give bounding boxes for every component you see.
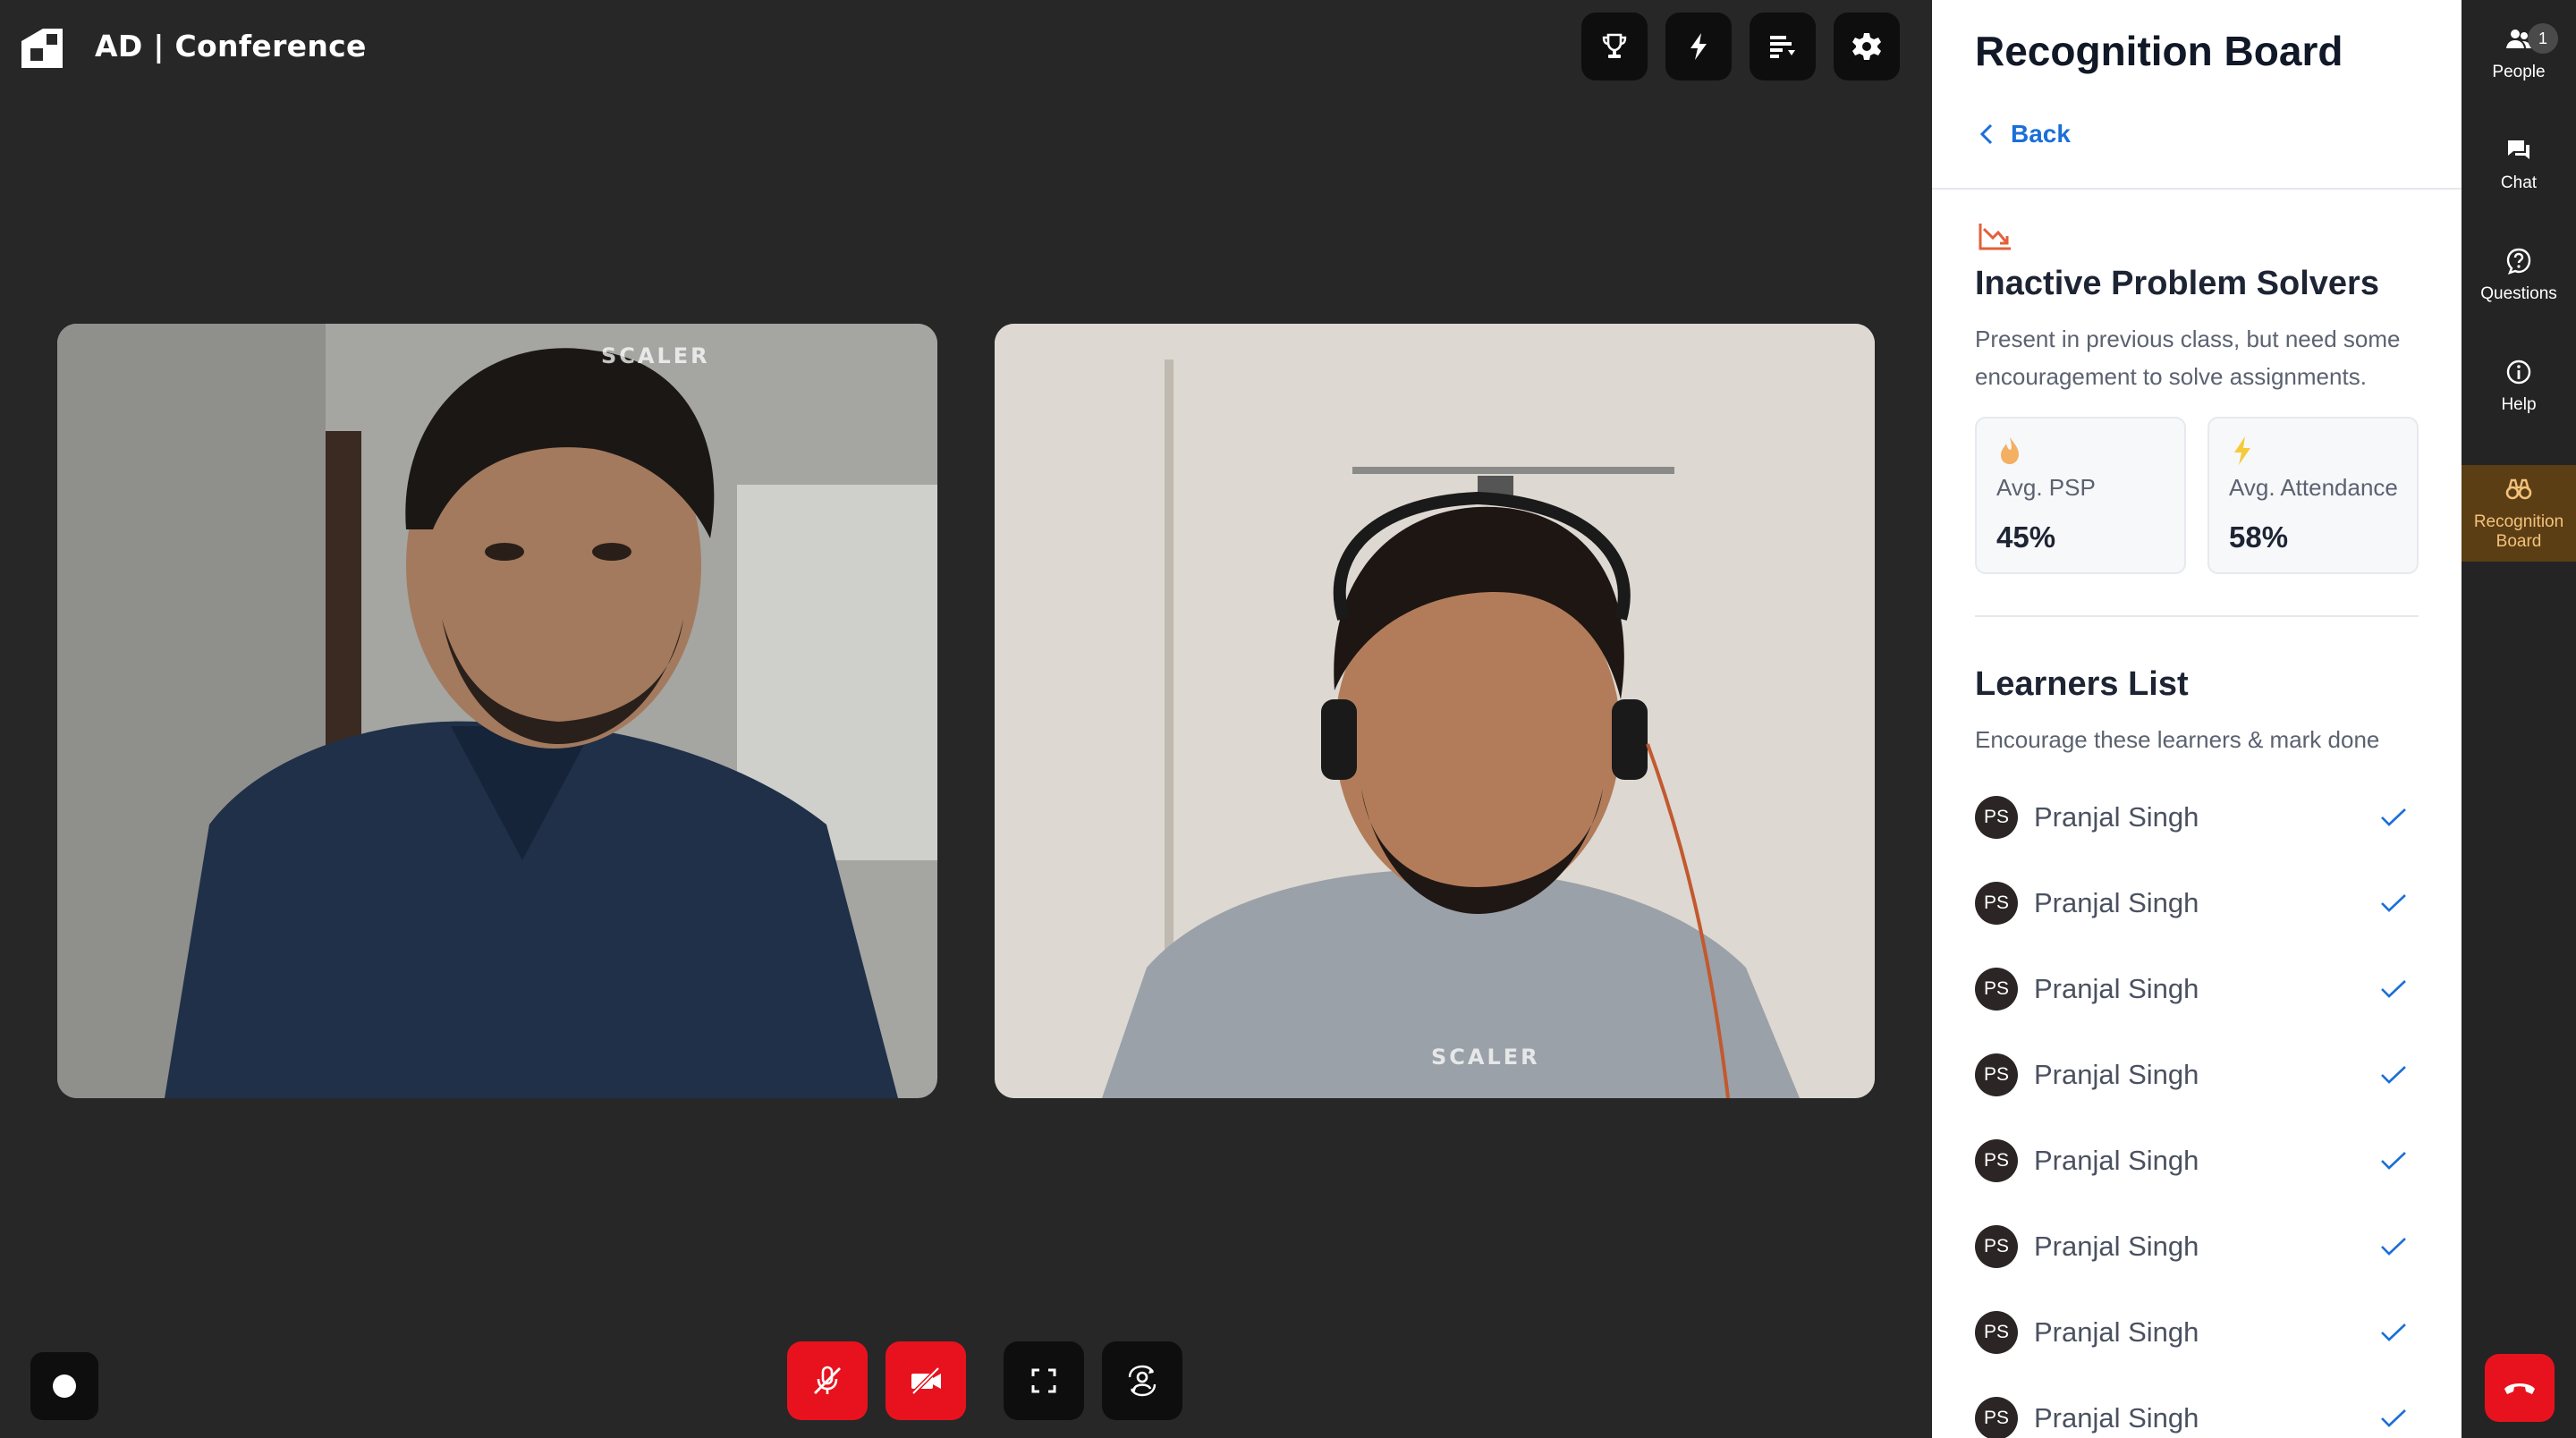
- panel-title: Recognition Board: [1975, 28, 2343, 74]
- stat-value: 58%: [2229, 520, 2289, 554]
- lightning-icon: [1690, 33, 1707, 60]
- app-title: AD | Conference: [95, 29, 367, 63]
- stat-label: Avg. PSP: [1996, 474, 2096, 501]
- fire-icon: [2001, 437, 2019, 464]
- camera-toggle-button[interactable]: [886, 1341, 966, 1420]
- mic-toggle-button[interactable]: [787, 1341, 868, 1420]
- record-button[interactable]: [30, 1352, 98, 1420]
- people-count-badge: 1: [2528, 23, 2558, 54]
- nav-chat[interactable]: Chat: [2462, 118, 2576, 211]
- participant-video-1: [57, 324, 937, 1098]
- checkmark-icon[interactable]: [2379, 1408, 2408, 1429]
- watermark: SCALER: [1431, 1045, 1540, 1070]
- stat-label: Avg. Attendance: [2229, 474, 2398, 501]
- learner-name: Pranjal Singh: [2034, 973, 2199, 1004]
- end-call-button[interactable]: [2485, 1354, 2555, 1422]
- list-item: PS Pranjal Singh: [1975, 1375, 2419, 1438]
- learner-name: Pranjal Singh: [2034, 1231, 2199, 1262]
- stat-card-attendance: Avg. Attendance 58%: [2207, 417, 2419, 574]
- learner-name: Pranjal Singh: [2034, 801, 2199, 833]
- list-item: PS Pranjal Singh: [1975, 1290, 2419, 1375]
- checkmark-icon[interactable]: [2379, 1150, 2408, 1172]
- info-icon: [2506, 360, 2531, 385]
- camera-off-icon: [911, 1366, 941, 1395]
- learner-name: Pranjal Singh: [2034, 1145, 2199, 1176]
- watermark: SCALER: [601, 343, 710, 368]
- recognition-board-panel: Recognition Board Back Inactive Problem …: [1932, 0, 2462, 1438]
- question-icon: [2506, 248, 2531, 275]
- phone-hangup-icon: [2504, 1383, 2535, 1394]
- learner-name: Pranjal Singh: [2034, 1402, 2199, 1434]
- switch-camera-button[interactable]: [1102, 1341, 1182, 1420]
- stat-value: 45%: [1996, 520, 2056, 554]
- nav-chat-label: Chat: [2500, 173, 2538, 192]
- nav-questions[interactable]: Questions: [2462, 229, 2576, 322]
- side-nav-rail: People 1 Chat Questions Help Recognition…: [2462, 0, 2576, 1438]
- lightning-icon: [2234, 436, 2250, 465]
- nav-recognition-label: Board: [2496, 532, 2542, 551]
- switch-camera-icon: [1128, 1365, 1157, 1397]
- nav-help[interactable]: Help: [2462, 340, 2576, 433]
- video-tile-2[interactable]: SCALER: [995, 324, 1875, 1098]
- avatar: PS: [1975, 796, 2018, 839]
- trophy-button[interactable]: [1581, 13, 1648, 80]
- learner-name: Pranjal Singh: [2034, 887, 2199, 918]
- nav-people-label: People: [2492, 63, 2546, 81]
- app-logo: [21, 29, 63, 68]
- nav-people[interactable]: People 1: [2462, 7, 2576, 100]
- list-item: PS Pranjal Singh: [1975, 1118, 2419, 1204]
- trophy-icon: [1602, 33, 1627, 58]
- learners-list: PS Pranjal Singh PS Pranjal Singh PS Pra…: [1975, 774, 2419, 1438]
- settings-button[interactable]: [1834, 13, 1900, 80]
- fullscreen-button[interactable]: [1004, 1341, 1084, 1420]
- avatar: PS: [1975, 968, 2018, 1011]
- section-title: Inactive Problem Solvers: [1975, 265, 2379, 302]
- avatar: PS: [1975, 1397, 2018, 1438]
- checkmark-icon[interactable]: [2379, 1236, 2408, 1257]
- stat-card-psp: Avg. PSP 45%: [1975, 417, 2186, 574]
- nav-help-label: Help: [2501, 395, 2537, 414]
- list-item: PS Pranjal Singh: [1975, 946, 2419, 1032]
- record-icon: [53, 1375, 76, 1398]
- avatar: PS: [1975, 1053, 2018, 1096]
- avatar: PS: [1975, 882, 2018, 925]
- nav-recognition-board[interactable]: Recognition Board: [2462, 465, 2576, 562]
- avatar: PS: [1975, 1311, 2018, 1354]
- list-item: PS Pranjal Singh: [1975, 774, 2419, 860]
- learners-description: Encourage these learners & mark done: [1975, 726, 2380, 753]
- checkmark-icon[interactable]: [2379, 892, 2408, 914]
- section-description: Present in previous class, but need some…: [1975, 326, 2401, 390]
- back-link[interactable]: Back: [1977, 120, 2071, 148]
- video-tile-1[interactable]: SCALER: [57, 324, 937, 1098]
- checkmark-icon[interactable]: [2379, 1064, 2408, 1086]
- divider: [1932, 188, 2462, 190]
- chat-icon: [2508, 140, 2529, 159]
- leaderboard-icon: [1770, 36, 1795, 58]
- trend-down-icon: [1979, 224, 2011, 250]
- nav-recognition-label: Recognition: [2473, 512, 2564, 531]
- learner-name: Pranjal Singh: [2034, 1316, 2199, 1348]
- chevron-left-icon: [1979, 123, 1993, 145]
- binoculars-icon: [2505, 478, 2532, 500]
- list-item: PS Pranjal Singh: [1975, 1204, 2419, 1290]
- mic-off-icon: [814, 1366, 841, 1394]
- lightning-button[interactable]: [1665, 13, 1732, 80]
- top-toolbar: [1581, 13, 1900, 80]
- nav-questions-label: Questions: [2480, 284, 2557, 303]
- gear-icon: [1852, 33, 1881, 60]
- checkmark-icon[interactable]: [2379, 978, 2408, 1000]
- checkmark-icon[interactable]: [2379, 1322, 2408, 1343]
- participant-video-2: [995, 324, 1875, 1098]
- learners-title: Learners List: [1975, 665, 2189, 703]
- avatar: PS: [1975, 1225, 2018, 1268]
- list-item: PS Pranjal Singh: [1975, 1032, 2419, 1118]
- leaderboard-button[interactable]: [1750, 13, 1816, 80]
- list-item: PS Pranjal Singh: [1975, 860, 2419, 946]
- checkmark-icon[interactable]: [2379, 807, 2408, 828]
- learner-name: Pranjal Singh: [2034, 1059, 2199, 1090]
- fullscreen-icon: [1031, 1368, 1056, 1393]
- avatar: PS: [1975, 1139, 2018, 1182]
- back-label: Back: [2011, 120, 2071, 148]
- divider: [1975, 615, 2419, 617]
